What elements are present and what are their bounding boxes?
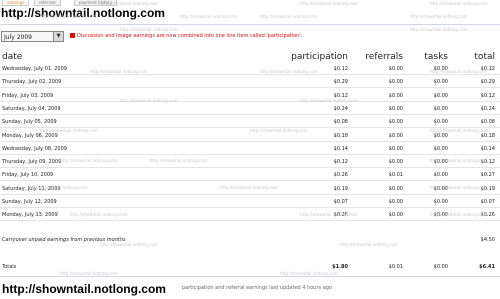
table-row: Sunday, July 12, 2009 $0.07 $0.00 $0.00 $0.0… [0, 197, 500, 208]
row-divider [0, 220, 500, 222]
watermark-text: http://showntail.notlong.com [300, 1, 358, 6]
row-divider [0, 74, 500, 75]
totals-label: Totals [2, 264, 17, 270]
watermark-text: http://showntail.notlong.com [430, 128, 488, 133]
watermark-text: http://showntail.notlong.com [30, 185, 88, 190]
header-total: total [474, 52, 495, 62]
watermark-text: http://showntail.notlong.com [280, 271, 338, 276]
notice-text: Discussion and image earnings are now co… [77, 33, 303, 39]
table-row: Thursday, July 02, 2009 $0.29 $0.00 $0.00 $0… [0, 77, 500, 89]
table-row: Wednesday, July 08, 2009 $0.14 $0.00 $0.00 $… [0, 144, 500, 155]
month-select[interactable]: July 2009 ▼ [1, 31, 64, 42]
notice-message: Discussion and image earnings are now co… [70, 33, 302, 40]
totals-referrals: $0.01 [388, 264, 403, 270]
row-divider [0, 87, 500, 89]
watermark-text: http://showntail.notlong.com [120, 27, 178, 32]
row-divider [0, 167, 500, 169]
update-footnote: participation and referral earnings last… [182, 285, 333, 291]
watermark-text: http://showntail.notlong.com [100, 242, 158, 247]
divider [0, 276, 500, 277]
table-row: Sunday, July 05, 2009 $0.08 $0.00 $0.00 $0.0… [0, 117, 500, 129]
table-row: Wednesday, July 01, 2009 $0.12 $0.00 $0.00 $… [0, 64, 500, 75]
chevron-down-icon[interactable]: ▼ [53, 32, 63, 41]
watermark-text: http://showntail.notlong.com [410, 14, 468, 19]
watermark-text: http://showntail.notlong.com [260, 69, 318, 74]
alert-icon [70, 33, 75, 38]
watermark-text: http://showntail.notlong.com [300, 212, 358, 217]
totals-tasks: $0.00 [433, 264, 448, 270]
watermark-text: http://showntail.notlong.com [430, 1, 488, 6]
watermark-text: http://showntail.notlong.com [430, 69, 488, 74]
table-row: Friday, July 03, 2009 $0.12 $0.00 $0.00 $0.1… [0, 91, 500, 102]
header-referrals: referrals [365, 52, 403, 62]
watermark-text: http://showntail.notlong.com [40, 128, 98, 133]
watermark-text: http://showntail.notlong.com [70, 212, 128, 217]
row-divider [0, 180, 500, 182]
header-participation: participation [291, 52, 348, 62]
watermark-text: http://showntail.notlong.com [60, 271, 118, 276]
watermark-text: http://showntail.notlong.com [40, 14, 98, 19]
header-date: date [2, 52, 23, 62]
watermark-text: http://showntail.notlong.com [430, 185, 488, 190]
watermark-text: http://showntail.notlong.com [410, 27, 468, 32]
divider [0, 24, 500, 25]
watermark-text: http://showntail.notlong.com [430, 158, 488, 163]
header-tasks: tasks [424, 52, 448, 62]
watermark-text: http://showntail.notlong.com [100, 1, 158, 6]
row-divider [0, 193, 500, 195]
watermark-text: http://showntail.notlong.com [120, 98, 178, 103]
row-divider [0, 100, 500, 102]
row-divider [0, 113, 500, 115]
table-row: Saturday, July 04, 2009 $0.24 $0.00 $0.00 $0… [0, 104, 500, 115]
watermark-text: http://showntail.notlong.com [300, 98, 358, 103]
watermark-text: http://showntail.notlong.com [220, 185, 278, 190]
watermark-text: http://showntail.notlong.com [250, 128, 308, 133]
table-row: Friday, July 10, 2009 $0.26 $0.01 $0.00 $0.2… [0, 170, 500, 182]
watermark-text: http://showntail.notlong.com [260, 14, 318, 19]
watermark-text: http://showntail.notlong.com [180, 14, 238, 19]
watermark-text: http://showntail.notlong.com [430, 212, 488, 217]
watermark-text: http://showntail.notlong.com [60, 158, 118, 163]
totals-total: $6.41 [479, 264, 495, 270]
carryover-total: $4.50 [480, 237, 495, 243]
row-divider [0, 207, 500, 208]
row-divider [0, 140, 500, 142]
row-divider [0, 153, 500, 155]
watermark-text: http://showntail.notlong.com [90, 69, 148, 74]
watermark-text: http://showntail.notlong.com [340, 242, 398, 247]
watermark-url-bottom: http://showntail.notlong.com [2, 282, 166, 296]
month-select-value: July 2009 [4, 34, 32, 41]
watermark-text: http://showntail.notlong.com [150, 158, 208, 163]
